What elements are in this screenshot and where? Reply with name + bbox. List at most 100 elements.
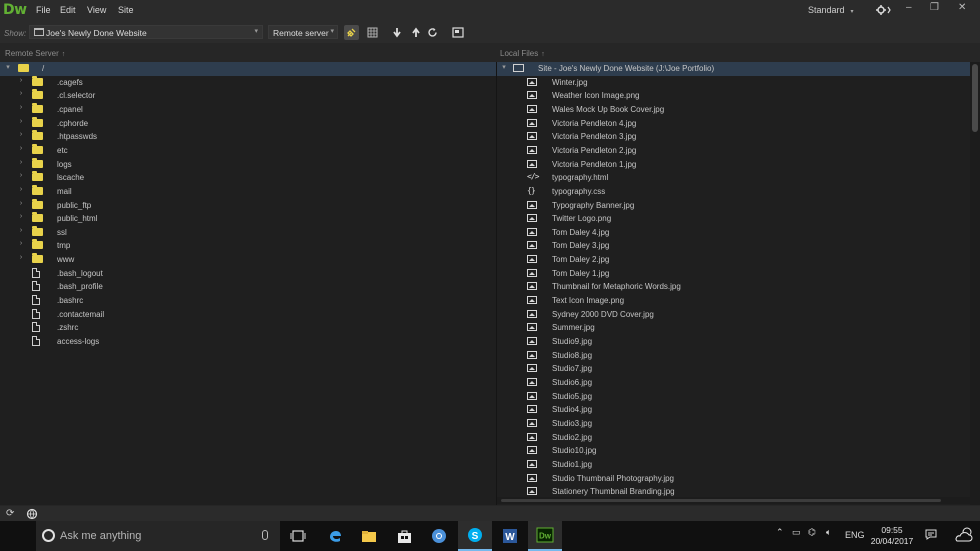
local-file-row[interactable]: Studio8.jpg xyxy=(497,349,970,363)
expand-icon[interactable]: › xyxy=(17,159,25,166)
remote-file-row[interactable]: .bashrc xyxy=(0,294,496,308)
expand-icon[interactable]: › xyxy=(17,200,25,207)
local-file-row[interactable]: Wales Mock Up Book Cover.jpg xyxy=(497,103,970,117)
remote-root-row[interactable]: ▾ / xyxy=(0,62,496,76)
local-file-row[interactable]: Victoria Pendleton 4.jpg xyxy=(497,117,970,131)
local-file-row[interactable]: Studio7.jpg xyxy=(497,362,970,376)
language-indicator[interactable]: ENG xyxy=(845,530,865,540)
refresh-button[interactable] xyxy=(425,25,440,40)
local-file-row[interactable]: Studio1.jpg xyxy=(497,458,970,472)
remote-file-row[interactable]: › .htpasswds xyxy=(0,130,496,144)
expand-icon[interactable]: › xyxy=(17,213,25,220)
menu-site[interactable]: Site xyxy=(118,5,134,15)
menu-view[interactable]: View xyxy=(87,5,106,15)
remote-file-row[interactable]: access-logs xyxy=(0,335,496,349)
vertical-scrollbar[interactable] xyxy=(970,62,980,505)
local-file-row[interactable]: Typography Banner.jpg xyxy=(497,199,970,213)
get-files-button[interactable] xyxy=(389,25,404,40)
expand-panel-button[interactable] xyxy=(450,25,465,40)
remote-file-row[interactable]: › etc xyxy=(0,143,496,158)
expand-icon[interactable]: › xyxy=(17,77,25,84)
restore-icon[interactable]: ❐ xyxy=(930,2,939,13)
view-select[interactable]: Remote server ▾ xyxy=(268,25,338,39)
remote-file-row[interactable]: .bash_profile xyxy=(0,280,496,294)
edge-app[interactable] xyxy=(318,521,352,551)
remote-file-row[interactable]: › public_html xyxy=(0,212,496,226)
local-file-row[interactable]: Studio2.jpg xyxy=(497,431,970,445)
task-view-button[interactable] xyxy=(281,521,315,551)
store-app[interactable] xyxy=(387,521,421,551)
chrome-app[interactable] xyxy=(422,521,456,551)
expand-icon[interactable]: › xyxy=(17,254,25,261)
workspace-switcher[interactable]: Standard ▾ xyxy=(808,5,854,15)
remote-file-row[interactable]: .zshrc xyxy=(0,321,496,335)
microphone-icon[interactable] xyxy=(262,530,268,540)
local-file-row[interactable]: Studio5.jpg xyxy=(497,390,970,404)
refresh-list-button[interactable] xyxy=(365,25,380,40)
remote-file-row[interactable]: › .cagefs xyxy=(0,75,496,90)
menu-file[interactable]: File xyxy=(36,5,51,15)
remote-file-row[interactable]: .bash_logout xyxy=(0,267,496,281)
remote-file-row[interactable]: › www xyxy=(0,253,496,267)
chevron-up-icon[interactable]: ⌃ xyxy=(776,527,784,538)
expand-icon[interactable]: › xyxy=(17,240,25,247)
local-file-row[interactable]: Text Icon Image.png xyxy=(497,294,970,308)
collapse-icon[interactable]: ▾ xyxy=(4,63,12,71)
local-file-row[interactable]: Studio Thumbnail Photography.jpg xyxy=(497,472,970,486)
volume-icon[interactable]: 🔈︎ xyxy=(826,527,831,538)
local-file-row[interactable]: Victoria Pendleton 2.jpg xyxy=(497,144,970,158)
expand-icon[interactable]: › xyxy=(17,186,25,193)
remote-file-row[interactable]: › ssl xyxy=(0,225,496,240)
remote-file-row[interactable]: › mail xyxy=(0,184,496,199)
expand-icon[interactable]: › xyxy=(17,227,25,234)
close-icon[interactable]: ✕ xyxy=(958,2,966,13)
local-file-row[interactable]: Tom Daley 4.jpg xyxy=(497,226,970,240)
remote-file-row[interactable]: .contactemail xyxy=(0,308,496,322)
local-file-row[interactable]: Winter.jpg xyxy=(497,76,970,90)
skype-app[interactable]: S xyxy=(458,521,492,551)
local-file-row[interactable]: Summer.jpg xyxy=(497,321,970,335)
site-select[interactable]: Joe's Newly Done Website ▾ xyxy=(29,25,263,39)
local-file-row[interactable]: Thumbnail for Metaphoric Words.jpg xyxy=(497,280,970,294)
cortana-search[interactable]: Ask me anything xyxy=(36,521,280,551)
scroll-thumb[interactable] xyxy=(972,64,978,132)
remote-file-row[interactable]: › logs xyxy=(0,157,496,172)
menu-edit[interactable]: Edit xyxy=(60,5,76,15)
local-file-row[interactable]: Tom Daley 2.jpg xyxy=(497,253,970,267)
local-file-row[interactable]: Studio4.jpg xyxy=(497,403,970,417)
local-file-row[interactable]: Victoria Pendleton 1.jpg xyxy=(497,158,970,172)
local-file-row[interactable]: Twitter Logo.png xyxy=(497,212,970,226)
remote-file-row[interactable]: › .cl.selector xyxy=(0,89,496,103)
network-icon[interactable]: ⌬ xyxy=(808,527,816,538)
local-file-row[interactable]: Tom Daley 1.jpg xyxy=(497,267,970,281)
word-app[interactable]: W xyxy=(493,521,527,551)
local-file-row[interactable]: {} typography.css xyxy=(497,185,970,199)
file-explorer-app[interactable] xyxy=(352,521,386,551)
local-file-row[interactable]: Weather Icon Image.png xyxy=(497,89,970,103)
dreamweaver-app[interactable]: Dw xyxy=(528,521,562,551)
expand-icon[interactable]: › xyxy=(17,145,25,152)
local-file-row[interactable]: Sydney 2000 DVD Cover.jpg xyxy=(497,308,970,322)
local-file-row[interactable]: Studio6.jpg xyxy=(497,376,970,390)
local-root-row[interactable]: ▾ Site - Joe's Newly Done Website (J:\Jo… xyxy=(497,62,970,76)
action-center-icon[interactable] xyxy=(925,529,937,542)
local-file-row[interactable]: Tom Daley 3.jpg xyxy=(497,239,970,253)
weather-icon[interactable] xyxy=(953,526,975,546)
expand-icon[interactable]: › xyxy=(17,104,25,111)
refresh-icon[interactable]: ⟳ xyxy=(6,508,14,519)
clock[interactable]: 09:55 20/04/2017 xyxy=(870,525,914,547)
expand-icon[interactable]: › xyxy=(17,118,25,125)
battery-icon[interactable]: ▭ xyxy=(792,527,801,538)
local-file-row[interactable]: Studio10.jpg xyxy=(497,444,970,458)
remote-file-row[interactable]: › .cpanel xyxy=(0,102,496,117)
put-files-button[interactable] xyxy=(408,25,423,40)
expand-icon[interactable]: › xyxy=(17,172,25,179)
remote-file-row[interactable]: › public_ftp xyxy=(0,198,496,213)
remote-file-row[interactable]: › lscache xyxy=(0,171,496,185)
local-file-row[interactable]: Studio3.jpg xyxy=(497,417,970,431)
remote-file-row[interactable]: › tmp xyxy=(0,239,496,253)
expand-icon[interactable]: › xyxy=(17,90,25,97)
collapse-icon[interactable]: ▾ xyxy=(500,63,508,71)
start-button[interactable] xyxy=(0,521,36,551)
local-panel-header[interactable]: Local Files ↑ xyxy=(500,49,545,61)
